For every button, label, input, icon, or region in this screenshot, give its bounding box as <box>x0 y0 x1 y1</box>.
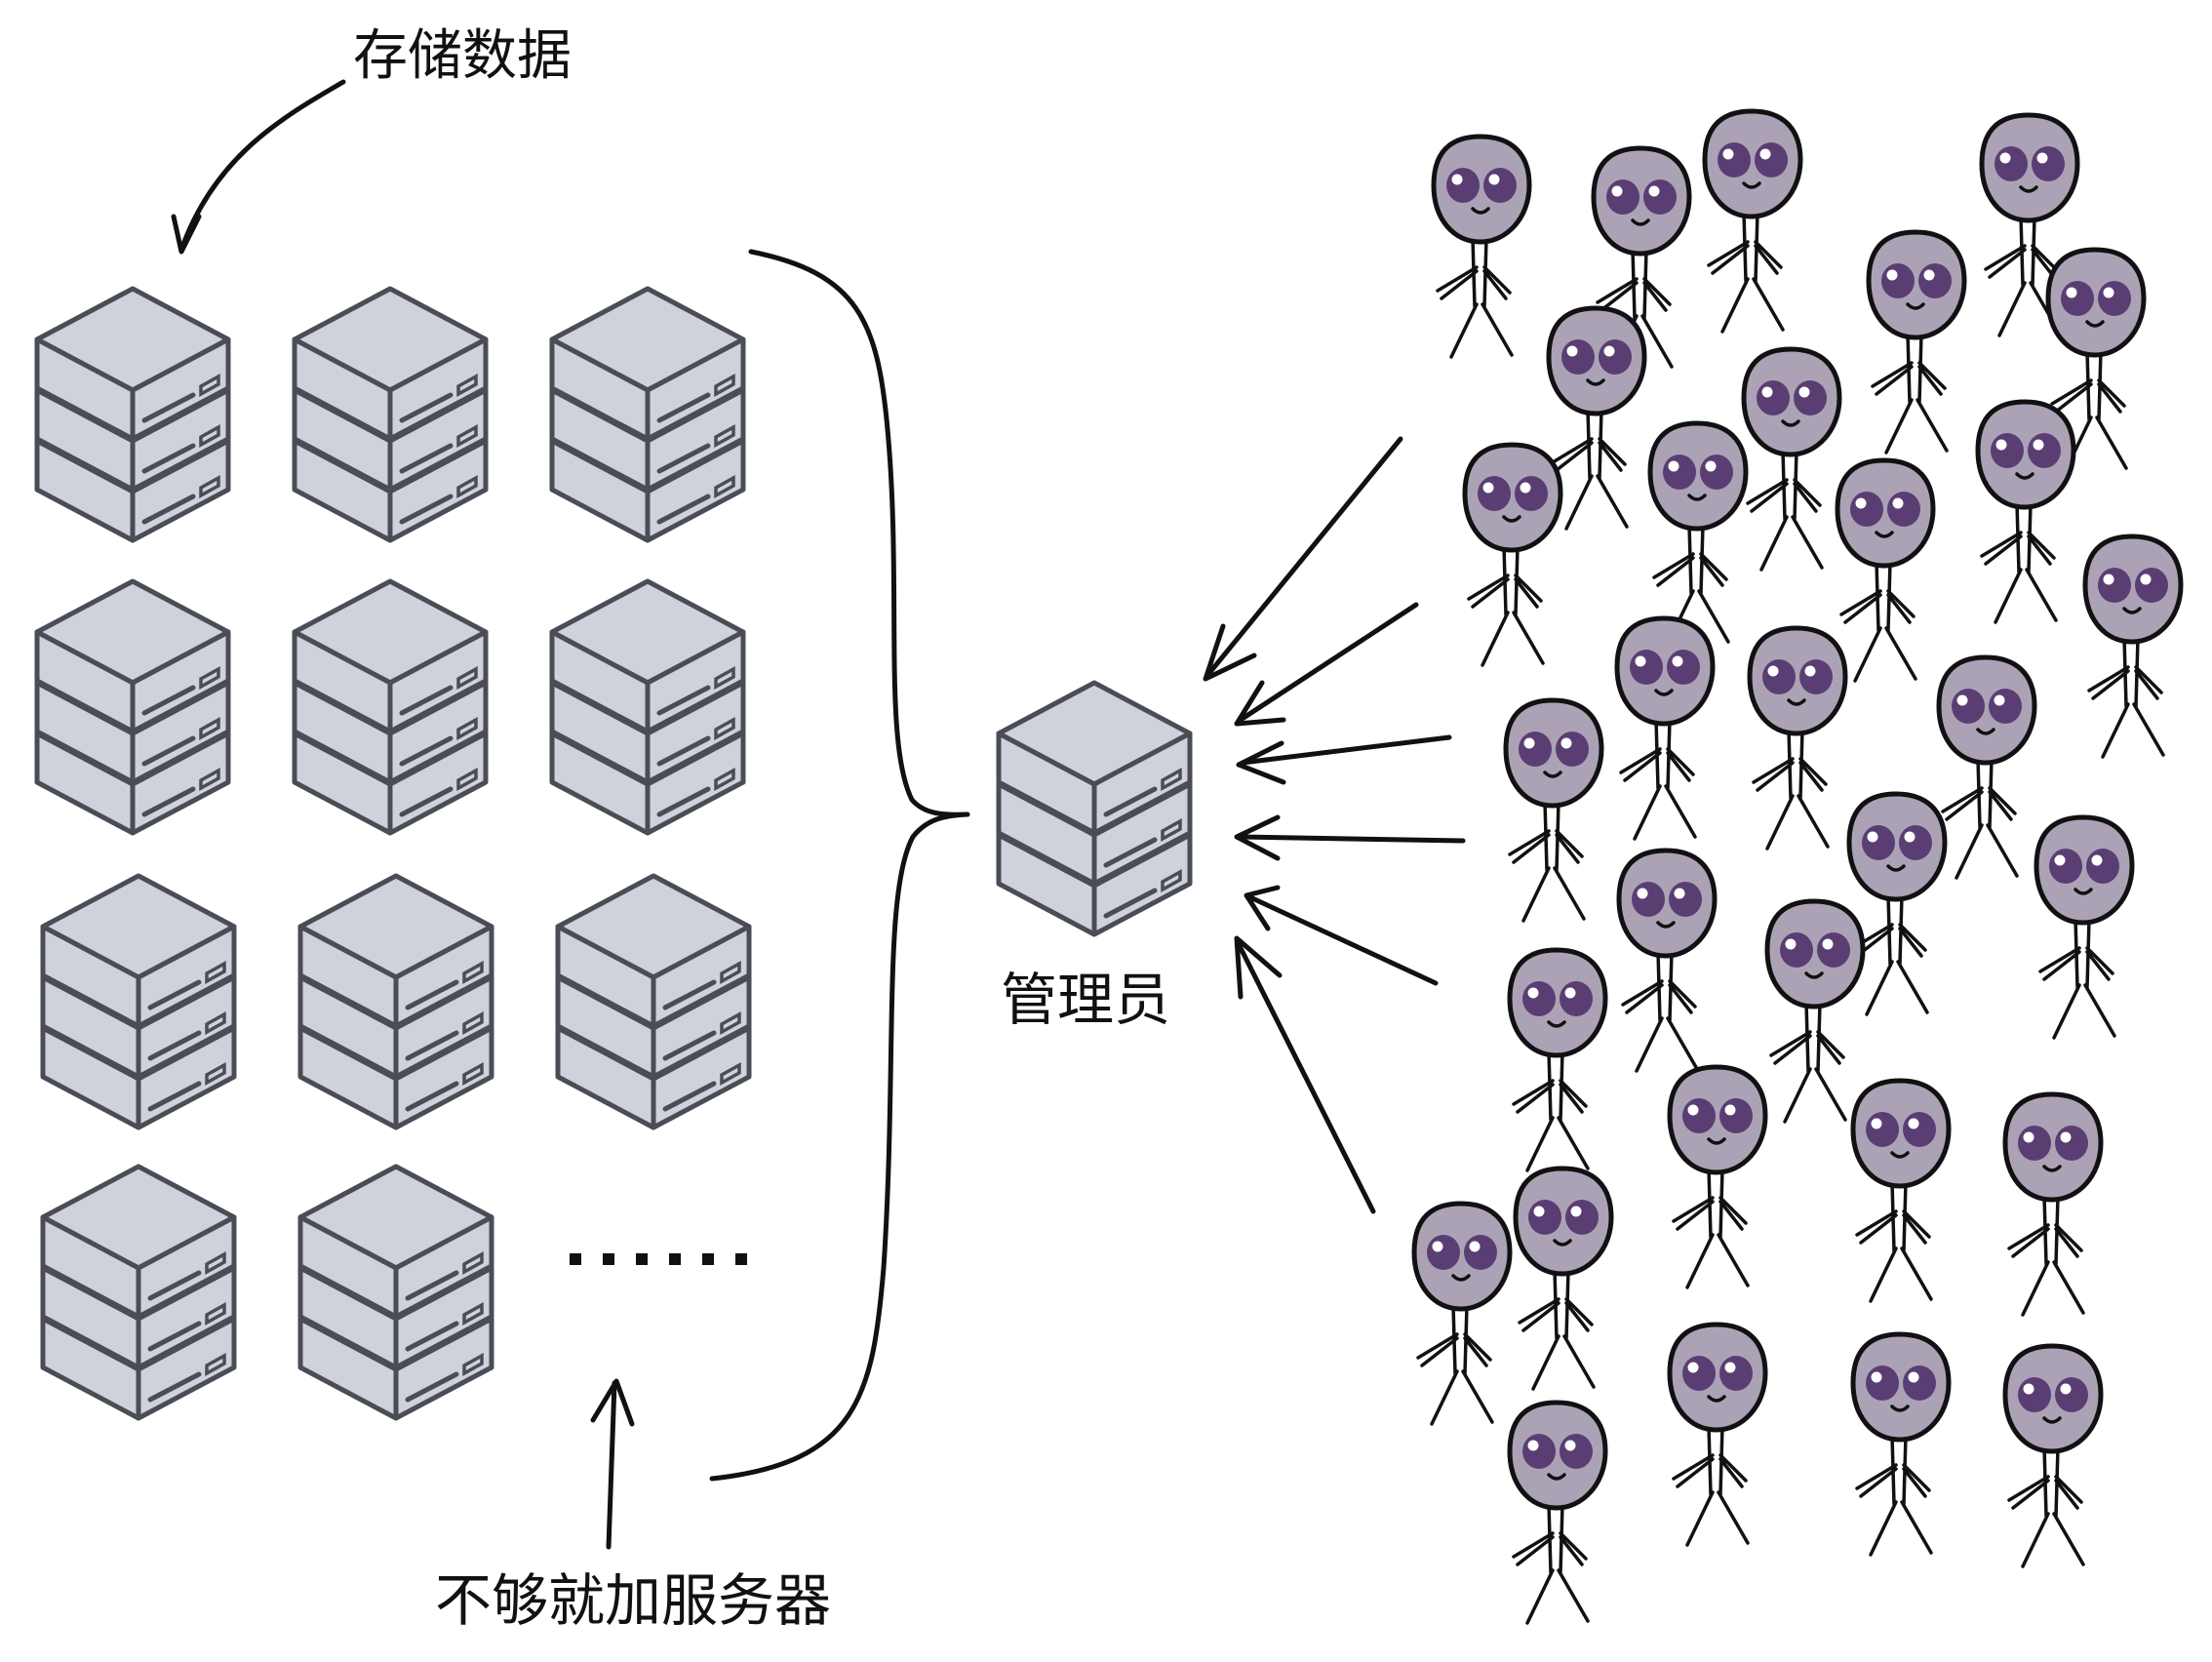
add-servers-label: 不够就加服务器 <box>435 1567 832 1634</box>
server-stack-icon <box>37 581 228 833</box>
admin-label: 管理员 <box>1001 967 1171 1033</box>
alien-user-icon <box>2005 1346 2101 1566</box>
alien-user-icon <box>1650 423 1746 644</box>
alien-user-icon <box>1853 1081 1949 1301</box>
alien-user-icon <box>1414 1204 1510 1424</box>
server-stack-icon <box>295 581 486 833</box>
server-stack-icon <box>43 1167 234 1418</box>
grouping-brace <box>709 249 970 1482</box>
server-stack-icon <box>558 876 749 1128</box>
add-servers-arrow <box>606 1380 617 1550</box>
diagram-canvas <box>0 79 2212 1662</box>
alien-user-icon <box>1510 1403 1605 1623</box>
alien-user-icon <box>1516 1168 1611 1389</box>
server-stack-icon <box>552 581 743 833</box>
user-crowd <box>1414 111 2181 1623</box>
server-stack-icon <box>300 1167 492 1418</box>
alien-user-icon <box>1744 349 1839 570</box>
store-data-arrow <box>178 79 346 253</box>
alien-user-icon <box>2005 1094 2101 1315</box>
alien-user-icon <box>1465 445 1560 665</box>
store-data-label: 存储数据 <box>353 24 572 88</box>
alien-user-icon <box>1549 308 1644 529</box>
alien-user-icon <box>1434 137 1529 357</box>
alien-user-icon <box>1767 901 1863 1122</box>
server-stack-icon <box>300 876 492 1128</box>
alien-user-icon <box>1670 1067 1765 1287</box>
alien-user-icon <box>1837 460 1933 681</box>
alien-user-icon <box>1849 794 1945 1014</box>
alien-user-icon <box>1510 950 1605 1170</box>
alien-user-icon <box>2036 817 2132 1038</box>
alien-user-icon <box>1853 1334 1949 1555</box>
server-stack-icon <box>43 876 234 1128</box>
alien-user-icon <box>1869 232 1964 453</box>
server-stack-icon <box>37 289 228 540</box>
alien-user-icon <box>1750 628 1845 849</box>
server-stack-icon <box>295 289 486 540</box>
more-servers-ellipsis <box>570 1244 755 1273</box>
alien-user-icon <box>1506 700 1601 921</box>
alien-user-icon <box>1939 657 2034 878</box>
alien-user-icon <box>1978 402 2074 622</box>
alien-user-icon <box>1619 851 1715 1071</box>
alien-user-icon <box>1705 111 1800 332</box>
admin-server-icon <box>999 683 1190 934</box>
alien-user-icon <box>1617 618 1713 839</box>
request-arrows <box>1203 436 1466 1214</box>
server-stack-icon <box>552 289 743 540</box>
alien-user-icon <box>1670 1325 1765 1545</box>
alien-user-icon <box>2085 536 2181 757</box>
